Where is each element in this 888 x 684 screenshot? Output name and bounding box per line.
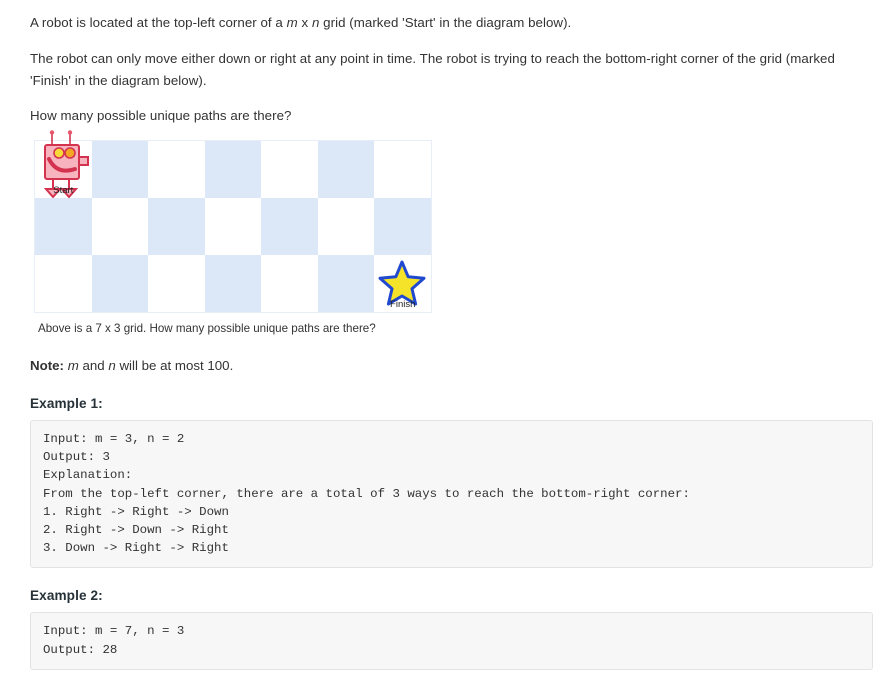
grid-cell-r0-c6	[374, 141, 431, 198]
grid-diagram: Start Finish Above is a 7 x 3 grid. How …	[34, 130, 874, 337]
grid-cell-r0-c3	[204, 141, 262, 198]
grid-cell-r2-c3	[204, 255, 262, 312]
example-1-code: Input: m = 3, n = 2 Output: 3 Explanatio…	[30, 420, 873, 569]
grid-cell-r2-c6: Finish	[374, 255, 431, 312]
example-2-title: Example 2:	[30, 588, 103, 604]
grid-cell-r2-c0	[35, 255, 92, 312]
note-text-b: and	[78, 358, 109, 373]
grid-caption: Above is a 7 x 3 grid. How many possible…	[38, 322, 376, 335]
grid-cell-r0-c1	[91, 141, 149, 198]
paragraph-1-text-b: grid (marked 'Start' in the diagram belo…	[319, 15, 572, 30]
grid-cell-r2-c5	[317, 255, 375, 312]
grid-cell-r2-c1	[91, 255, 149, 312]
grid-cell-r1-c2	[148, 198, 205, 255]
finish-label: Finish	[390, 299, 416, 310]
note-variable-m: m	[67, 358, 79, 373]
example-2-code: Input: m = 7, n = 3 Output: 28	[30, 612, 873, 670]
paragraph-1-x: x	[297, 15, 312, 30]
example-1-title: Example 1:	[30, 396, 103, 411]
grid-cell-r0-c4	[261, 141, 318, 198]
grid-cell-r0-c0: Start	[35, 130, 92, 199]
problem-paragraph-3: How many possible unique paths are there…	[30, 108, 292, 123]
grid-cell-r1-c6	[374, 198, 431, 255]
variable-m: m	[286, 15, 298, 30]
start-label: Start	[53, 185, 74, 196]
grid-cell-r0-c5	[317, 141, 375, 198]
note-line: Note: m and n will be at most 100.	[30, 356, 874, 376]
grid-cell-r1-c3	[204, 198, 262, 255]
grid-cell-r2-c4	[261, 255, 318, 312]
problem-paragraph-2: The robot can only move either down or r…	[30, 51, 835, 88]
grid-cell-r0-c2	[148, 141, 205, 198]
problem-paragraph-1: A robot is located at the top-left corne…	[30, 12, 874, 34]
problem-description-page: A robot is located at the top-left corne…	[0, 0, 888, 670]
grid-cell-r1-c0	[35, 198, 92, 255]
paragraph-1-text-a: A robot is located at the top-left corne…	[30, 15, 287, 30]
note-variable-n: n	[108, 358, 116, 373]
note-text-c: will be at most 100.	[115, 358, 234, 373]
note-label: Note:	[30, 358, 64, 373]
grid-cell-r1-c5	[317, 198, 375, 255]
robot-icon	[37, 129, 93, 209]
grid-cell-r2-c2	[148, 255, 205, 312]
grid-cell-r1-c1	[91, 198, 149, 255]
grid-cell-r1-c4	[261, 198, 318, 255]
paths-grid: Start Finish	[34, 130, 432, 313]
